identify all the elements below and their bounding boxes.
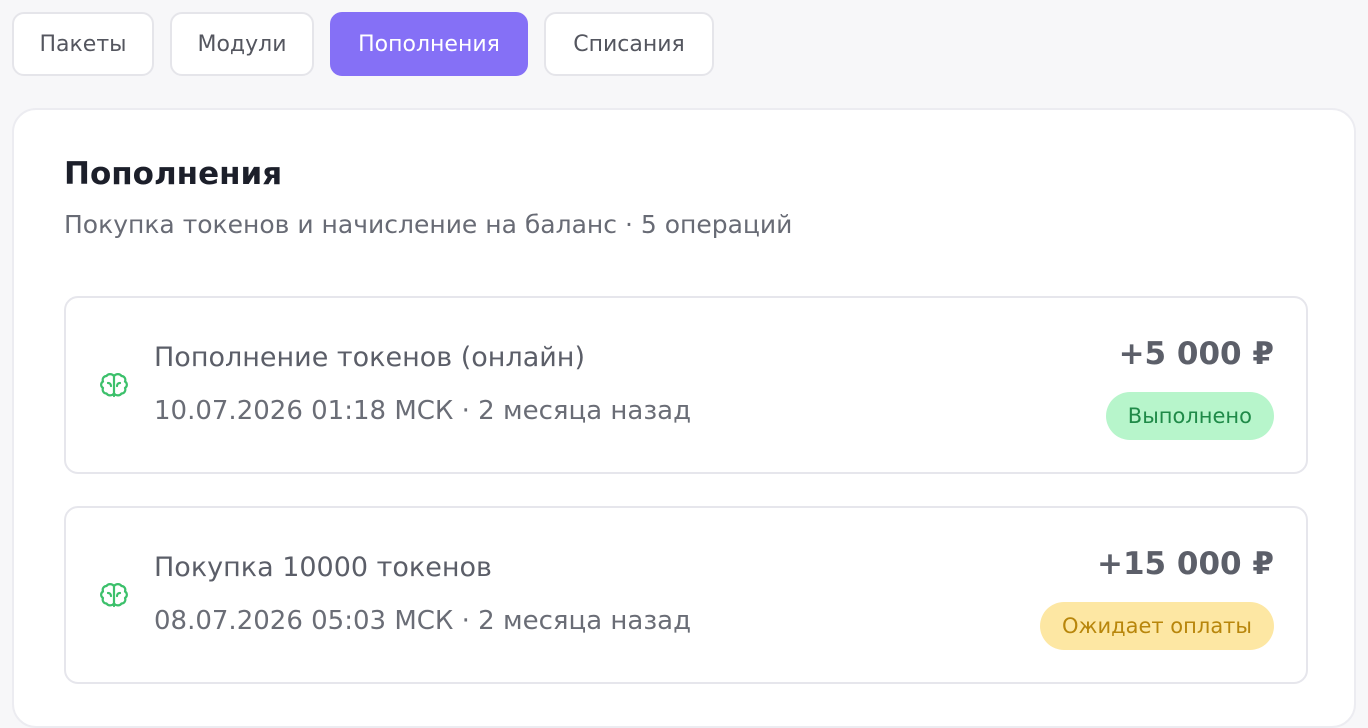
- operation-amount: +5 000 ₽: [1118, 336, 1274, 372]
- brain-icon: [98, 580, 130, 612]
- tab-packages[interactable]: Пакеты: [12, 12, 154, 76]
- operation-datetime: 08.07.2026 05:03 МСК · 2 месяца назад: [154, 606, 692, 636]
- tab-write-offs[interactable]: Списания: [544, 12, 714, 76]
- top-ups-panel: Пополнения Покупка токенов и начисление …: [12, 108, 1356, 728]
- operation-datetime: 10.07.2026 01:18 МСК · 2 месяца назад: [154, 396, 692, 426]
- panel-subtitle: Покупка токенов и начисление на баланс ·…: [64, 210, 793, 239]
- tab-modules[interactable]: Модули: [170, 12, 314, 76]
- tab-top-ups[interactable]: Пополнения: [330, 12, 528, 76]
- brain-icon: [98, 370, 130, 402]
- operation-card[interactable]: Покупка 10000 токенов 08.07.2026 05:03 М…: [64, 506, 1308, 684]
- operation-title: Покупка 10000 токенов: [154, 552, 492, 583]
- status-badge: Выполнено: [1105, 392, 1274, 440]
- operation-amount: +15 000 ₽: [1097, 546, 1274, 582]
- panel-title: Пополнения: [64, 156, 283, 192]
- operation-title: Пополнение токенов (онлайн): [154, 342, 585, 373]
- status-badge: Ожидает оплаты: [1040, 602, 1274, 650]
- operation-card[interactable]: Пополнение токенов (онлайн) 10.07.2026 0…: [64, 296, 1308, 474]
